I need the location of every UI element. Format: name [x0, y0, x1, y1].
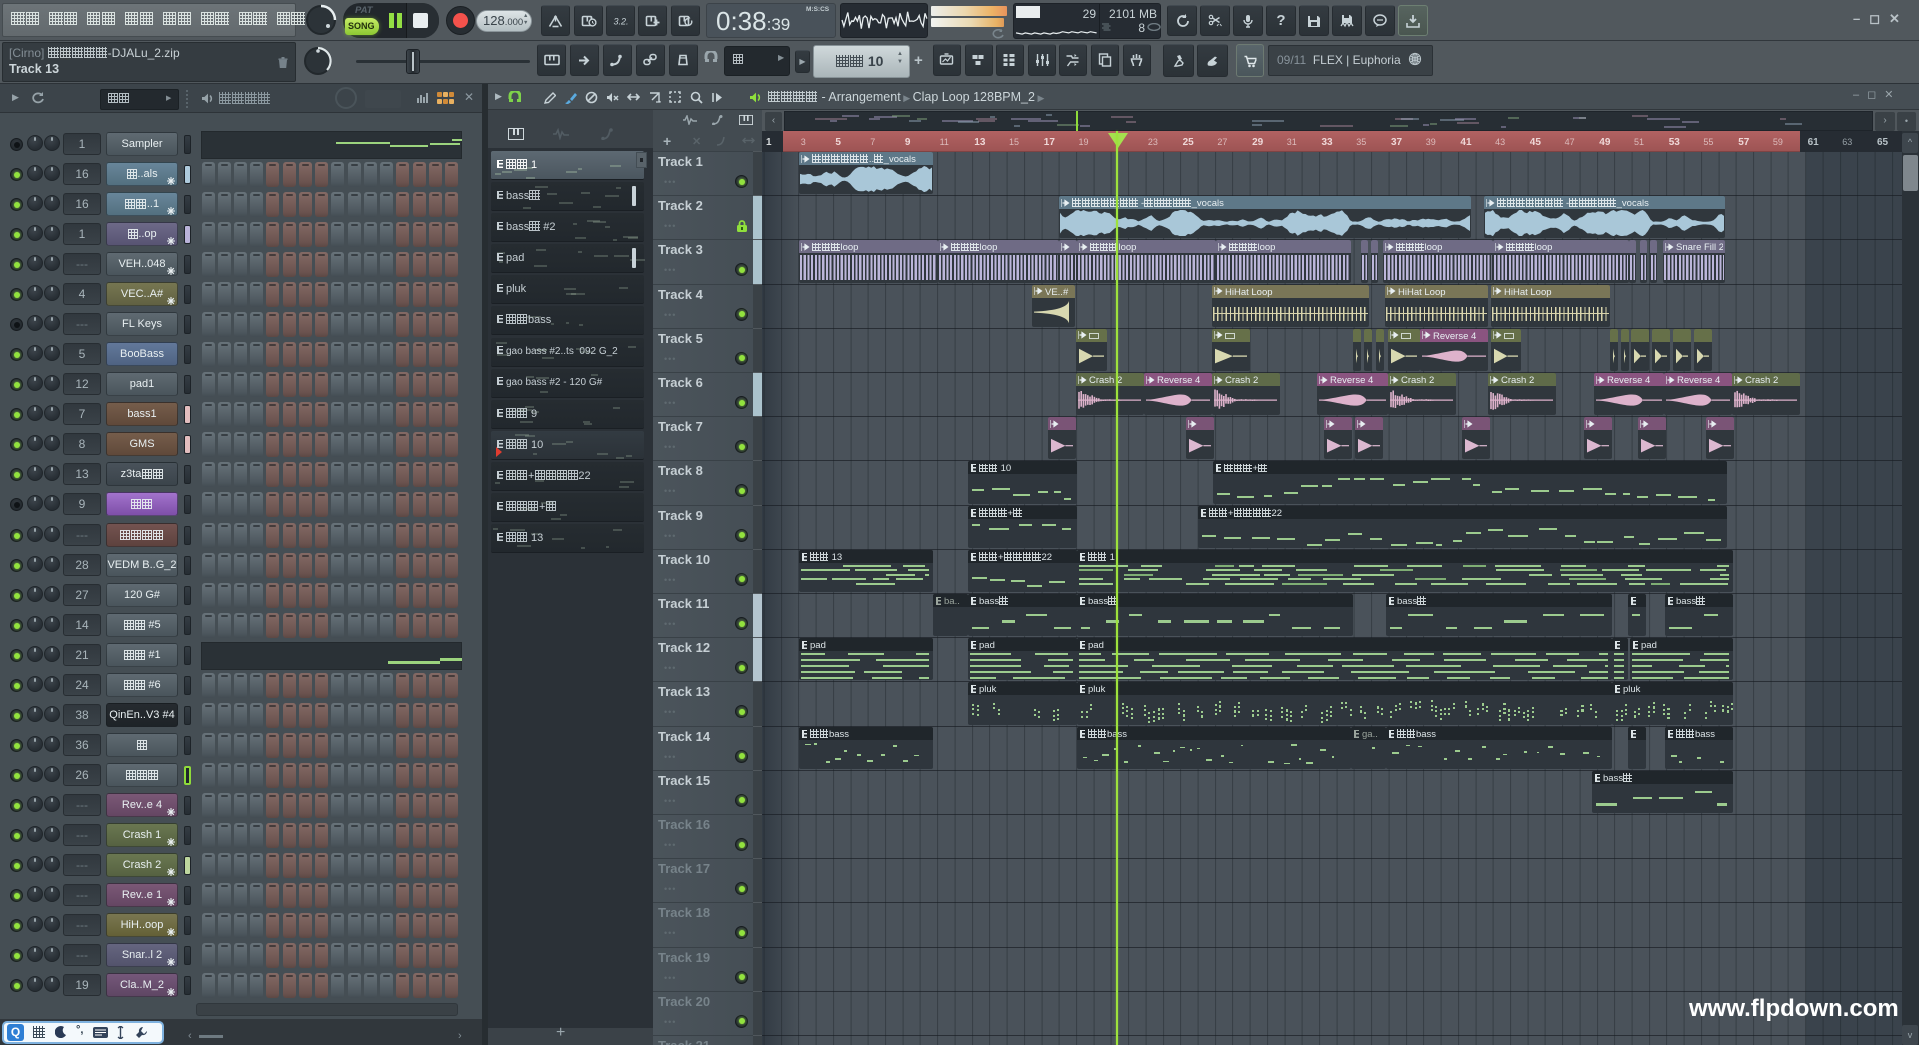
svg-text:3.2.1: 3.2.1: [613, 16, 628, 26]
